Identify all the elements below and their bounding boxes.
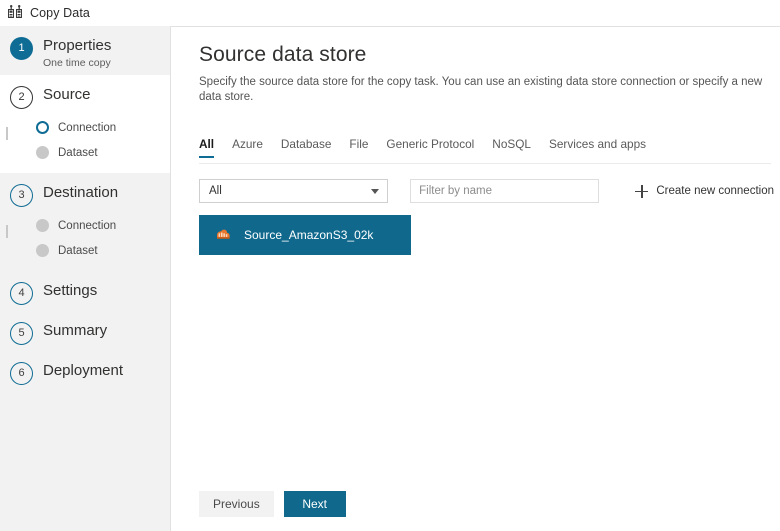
chevron-down-icon	[371, 188, 380, 194]
step-label-summary: Summary	[43, 322, 108, 339]
tab-all[interactable]: All	[199, 137, 215, 158]
step-badge-6: 6	[10, 362, 33, 385]
category-dropdown-value: All	[209, 185, 222, 197]
app-titlebar: Copy Data	[0, 0, 780, 26]
connection-list: Source_AmazonS3_02k	[199, 215, 774, 255]
substep-connector	[6, 127, 8, 140]
substep-dot-pending-icon	[36, 219, 49, 232]
substep-source-dataset[interactable]: Dataset	[36, 140, 170, 165]
step-badge-5: 5	[10, 322, 33, 345]
substep-label-dataset: Dataset	[58, 244, 98, 257]
sidebar-step-summary[interactable]: 5 Summary	[0, 311, 170, 351]
tab-azure[interactable]: Azure	[232, 137, 263, 158]
sidebar-step-destination[interactable]: 3 Destination Connection Dataset	[0, 173, 170, 271]
step-row-destination[interactable]: 3 Destination	[0, 173, 170, 213]
substep-destination-connection[interactable]: Connection	[36, 213, 170, 238]
step-label-source: Source	[43, 86, 91, 103]
step-row-settings[interactable]: 4 Settings	[0, 271, 170, 311]
plus-icon	[635, 184, 649, 198]
previous-button[interactable]: Previous	[199, 491, 274, 517]
step-label-properties: Properties	[43, 37, 112, 54]
substep-label-connection: Connection	[58, 219, 117, 232]
substeps-destination: Connection Dataset	[0, 213, 170, 271]
filter-row: All Create new connection	[199, 179, 774, 203]
amazon-s3-icon	[214, 226, 232, 244]
category-tabs: All Azure Database File Generic Protocol…	[199, 137, 771, 163]
copy-data-icon	[7, 5, 23, 21]
tab-generic-protocol[interactable]: Generic Protocol	[386, 137, 474, 158]
sidebar-step-source[interactable]: 2 Source Connection Dataset	[0, 75, 170, 173]
sidebar-step-settings[interactable]: 4 Settings	[0, 271, 170, 311]
main-panel: Source data store Specify the source dat…	[170, 26, 780, 531]
wizard-sidebar: 1 Properties One time copy 2 Source Conn…	[0, 26, 170, 531]
sidebar-step-properties[interactable]: 1 Properties One time copy	[0, 26, 170, 75]
substep-label-connection: Connection	[58, 121, 117, 134]
step-row-summary[interactable]: 5 Summary	[0, 311, 170, 351]
tabstrip-divider	[199, 163, 771, 164]
substep-connector	[6, 225, 8, 238]
connection-card-label: Source_AmazonS3_02k	[244, 228, 374, 242]
tab-database[interactable]: Database	[281, 137, 332, 158]
step-row-properties[interactable]: 1 Properties One time copy	[0, 26, 170, 75]
create-new-connection-label: Create new connection	[656, 185, 774, 197]
step-row-source[interactable]: 2 Source	[0, 75, 170, 115]
page-subtitle: Specify the source data store for the co…	[199, 76, 763, 103]
substep-dot-pending-icon	[36, 146, 49, 159]
footer-buttons: Previous Next	[199, 491, 346, 517]
substeps-source: Connection Dataset	[0, 115, 170, 173]
substep-destination-dataset[interactable]: Dataset	[36, 238, 170, 263]
step-badge-4: 4	[10, 282, 33, 305]
category-dropdown[interactable]: All	[199, 179, 389, 203]
substep-label-dataset: Dataset	[58, 146, 98, 159]
sidebar-step-deployment[interactable]: 6 Deployment	[0, 351, 170, 391]
step-label-settings: Settings	[43, 282, 98, 299]
step-badge-1: 1	[10, 37, 33, 60]
step-badge-3: 3	[10, 184, 33, 207]
connection-card-source-amazons3[interactable]: Source_AmazonS3_02k	[199, 215, 411, 255]
step-badge-2: 2	[10, 86, 33, 109]
filter-by-name-input[interactable]	[410, 179, 600, 203]
step-sublabel-properties: One time copy	[43, 57, 111, 69]
step-row-deployment[interactable]: 6 Deployment	[0, 351, 170, 391]
substep-source-connection[interactable]: Connection	[36, 115, 170, 140]
substep-dot-current-icon	[36, 121, 49, 134]
step-label-deployment: Deployment	[43, 362, 124, 379]
create-new-connection-button[interactable]: Create new connection	[635, 184, 774, 198]
tab-file[interactable]: File	[349, 137, 368, 158]
page-title: Source data store	[199, 43, 367, 66]
substep-dot-pending-icon	[36, 244, 49, 257]
tab-nosql[interactable]: NoSQL	[492, 137, 531, 158]
app-title: Copy Data	[30, 6, 90, 20]
next-button[interactable]: Next	[283, 491, 346, 517]
tab-services-and-apps[interactable]: Services and apps	[549, 137, 646, 158]
footer-bar: Previous Next	[171, 487, 780, 531]
step-label-destination: Destination	[43, 184, 119, 201]
